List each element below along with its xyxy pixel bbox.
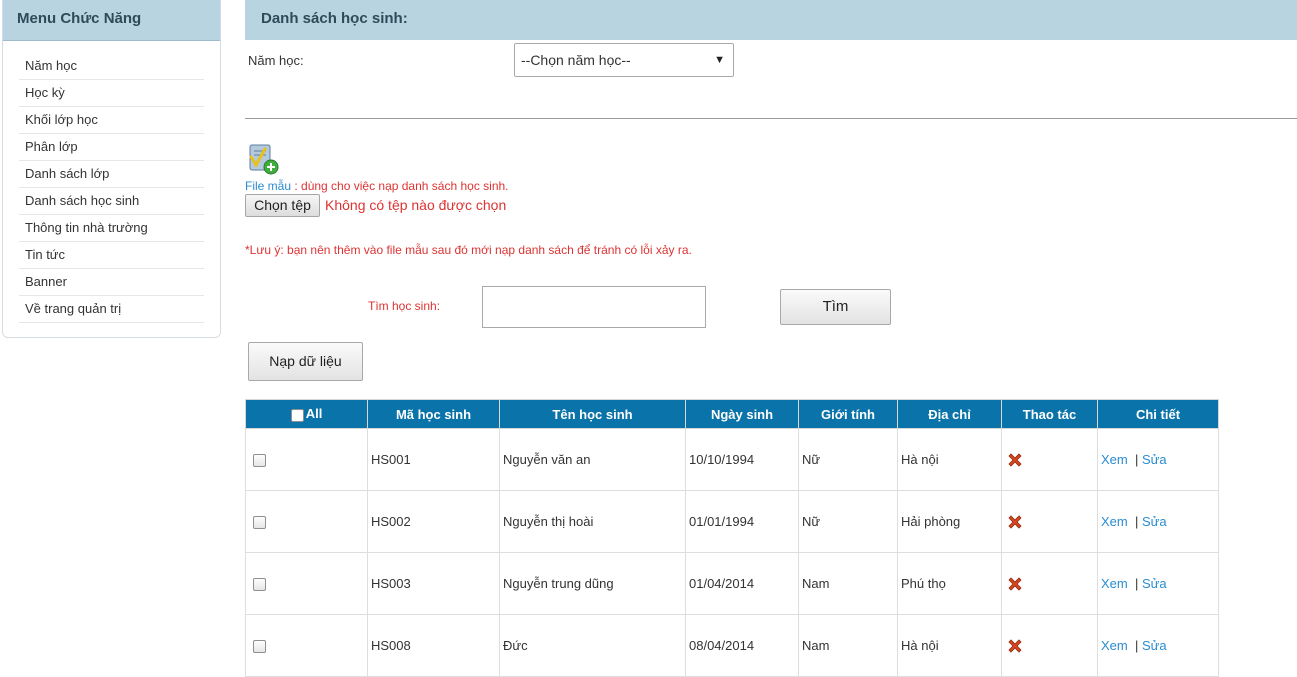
sidebar-item-thong-tin-nha-truong[interactable]: Thông tin nhà trường bbox=[19, 215, 204, 242]
row-checkbox[interactable] bbox=[253, 578, 266, 592]
row-select-cell bbox=[245, 614, 368, 677]
edit-link[interactable]: Sửa bbox=[1142, 514, 1167, 529]
row-checkbox[interactable] bbox=[253, 640, 266, 654]
delete-icon[interactable] bbox=[1006, 451, 1024, 469]
edit-link[interactable]: Sửa bbox=[1142, 638, 1167, 653]
student-gender: Nam bbox=[798, 552, 898, 615]
header-gender: Giới tính bbox=[798, 399, 898, 429]
view-link[interactable]: Xem bbox=[1101, 514, 1128, 529]
action-cell bbox=[1001, 552, 1098, 615]
sidebar-item-khoi-lop-hoc[interactable]: Khối lớp học bbox=[19, 107, 204, 134]
edit-link[interactable]: Sửa bbox=[1142, 452, 1167, 467]
link-separator: | bbox=[1134, 514, 1139, 529]
chevron-down-icon: ▼ bbox=[714, 54, 725, 66]
student-address: Hải phòng bbox=[897, 490, 1002, 553]
edit-link[interactable]: Sửa bbox=[1142, 576, 1167, 591]
sidebar-title: Menu Chức Năng bbox=[3, 0, 220, 41]
student-dob: 01/01/1994 bbox=[685, 490, 799, 553]
student-gender: Nam bbox=[798, 614, 898, 677]
detail-cell: Xem | Sửa bbox=[1097, 552, 1219, 615]
header-detail: Chi tiết bbox=[1097, 399, 1219, 429]
student-table: All Mã học sinh Tên học sinh Ngày sinh G… bbox=[245, 399, 1219, 677]
header-action: Thao tác bbox=[1001, 399, 1098, 429]
link-separator: | bbox=[1134, 576, 1139, 591]
view-link[interactable]: Xem bbox=[1101, 576, 1128, 591]
row-select-cell bbox=[245, 428, 368, 491]
sidebar-menu: Menu Chức Năng Năm học Học kỳ Khối lớp h… bbox=[2, 0, 221, 338]
delete-icon[interactable] bbox=[1006, 637, 1024, 655]
table-row: HS003 Nguyễn trung dũng 01/04/2014 Nam P… bbox=[245, 552, 1219, 615]
student-dob: 01/04/2014 bbox=[685, 552, 799, 615]
view-link[interactable]: Xem bbox=[1101, 452, 1128, 467]
link-separator: | bbox=[1134, 452, 1139, 467]
student-gender: Nữ bbox=[798, 490, 898, 553]
sidebar-item-phan-lop[interactable]: Phân lớp bbox=[19, 134, 204, 161]
header-all-label: All bbox=[305, 406, 323, 422]
detail-cell: Xem | Sửa bbox=[1097, 490, 1219, 553]
no-file-text: Không có tệp nào được chọn bbox=[325, 197, 507, 213]
sidebar-item-tin-tuc[interactable]: Tin tức bbox=[19, 242, 204, 269]
sidebar-item-danh-sach-lop[interactable]: Danh sách lớp bbox=[19, 161, 204, 188]
file-template-link[interactable]: File mẫu bbox=[245, 179, 291, 193]
student-code: HS003 bbox=[367, 552, 500, 615]
sidebar-list: Năm học Học kỳ Khối lớp học Phân lớp Dan… bbox=[3, 53, 220, 323]
student-code: HS002 bbox=[367, 490, 500, 553]
row-select-cell bbox=[245, 490, 368, 553]
sidebar-item-banner[interactable]: Banner bbox=[19, 269, 204, 296]
row-checkbox[interactable] bbox=[253, 454, 266, 468]
divider bbox=[245, 118, 1297, 119]
file-template-line: File mẫu : dùng cho việc nạp danh sách h… bbox=[245, 179, 509, 193]
action-cell bbox=[1001, 428, 1098, 491]
student-code: HS008 bbox=[367, 614, 500, 677]
student-gender: Nữ bbox=[798, 428, 898, 491]
detail-cell: Xem | Sửa bbox=[1097, 428, 1219, 491]
student-name: Nguyễn văn an bbox=[499, 428, 686, 491]
search-input[interactable] bbox=[482, 286, 706, 328]
search-button[interactable]: Tìm bbox=[780, 289, 891, 325]
student-name: Nguyễn thị hoài bbox=[499, 490, 686, 553]
search-label: Tìm học sinh: bbox=[368, 299, 441, 313]
student-address: Hà nội bbox=[897, 614, 1002, 677]
table-row: HS008 Đức 08/04/2014 Nam Hà nội Xem | Sử… bbox=[245, 614, 1219, 677]
table-row: HS001 Nguyễn văn an 10/10/1994 Nữ Hà nội… bbox=[245, 428, 1219, 491]
delete-icon[interactable] bbox=[1006, 575, 1024, 593]
student-dob: 08/04/2014 bbox=[685, 614, 799, 677]
table-row: HS002 Nguyễn thị hoài 01/01/1994 Nữ Hải … bbox=[245, 490, 1219, 553]
note-text: *Lưu ý: bạn nên thêm vào file mẫu sau đó… bbox=[245, 243, 692, 257]
sidebar-item-ve-trang-quan-tri[interactable]: Về trang quản trị bbox=[19, 296, 204, 323]
student-address: Hà nội bbox=[897, 428, 1002, 491]
row-select-cell bbox=[245, 552, 368, 615]
load-data-button[interactable]: Nạp dữ liệu bbox=[248, 342, 363, 381]
row-checkbox[interactable] bbox=[253, 516, 266, 530]
table-header-row: All Mã học sinh Tên học sinh Ngày sinh G… bbox=[245, 399, 1219, 429]
student-name: Nguyễn trung dũng bbox=[499, 552, 686, 615]
student-dob: 10/10/1994 bbox=[685, 428, 799, 491]
header-all: All bbox=[245, 399, 368, 429]
sidebar-item-hoc-ky[interactable]: Học kỳ bbox=[19, 80, 204, 107]
file-template-icon[interactable] bbox=[247, 143, 279, 175]
action-cell bbox=[1001, 614, 1098, 677]
year-select[interactable]: --Chọn năm học-- ▼ bbox=[514, 43, 734, 77]
page-title: Danh sách học sinh: bbox=[245, 0, 1297, 40]
view-link[interactable]: Xem bbox=[1101, 638, 1128, 653]
detail-cell: Xem | Sửa bbox=[1097, 614, 1219, 677]
link-separator: | bbox=[1134, 638, 1139, 653]
header-name: Tên học sinh bbox=[499, 399, 686, 429]
choose-file-button[interactable]: Chọn tệp bbox=[245, 194, 320, 217]
file-template-desc: : dùng cho việc nạp danh sách học sinh. bbox=[291, 179, 509, 193]
action-cell bbox=[1001, 490, 1098, 553]
student-name: Đức bbox=[499, 614, 686, 677]
header-address: Địa chỉ bbox=[897, 399, 1002, 429]
header-code: Mã học sinh bbox=[367, 399, 500, 429]
year-select-value: --Chọn năm học-- bbox=[521, 52, 631, 68]
sidebar-item-nam-hoc[interactable]: Năm học bbox=[19, 53, 204, 80]
year-label: Năm học: bbox=[248, 53, 304, 68]
sidebar-item-danh-sach-hoc-sinh[interactable]: Danh sách học sinh bbox=[19, 188, 204, 215]
student-address: Phú thọ bbox=[897, 552, 1002, 615]
select-all-checkbox[interactable] bbox=[290, 408, 304, 422]
student-code: HS001 bbox=[367, 428, 500, 491]
header-dob: Ngày sinh bbox=[685, 399, 799, 429]
delete-icon[interactable] bbox=[1006, 513, 1024, 531]
